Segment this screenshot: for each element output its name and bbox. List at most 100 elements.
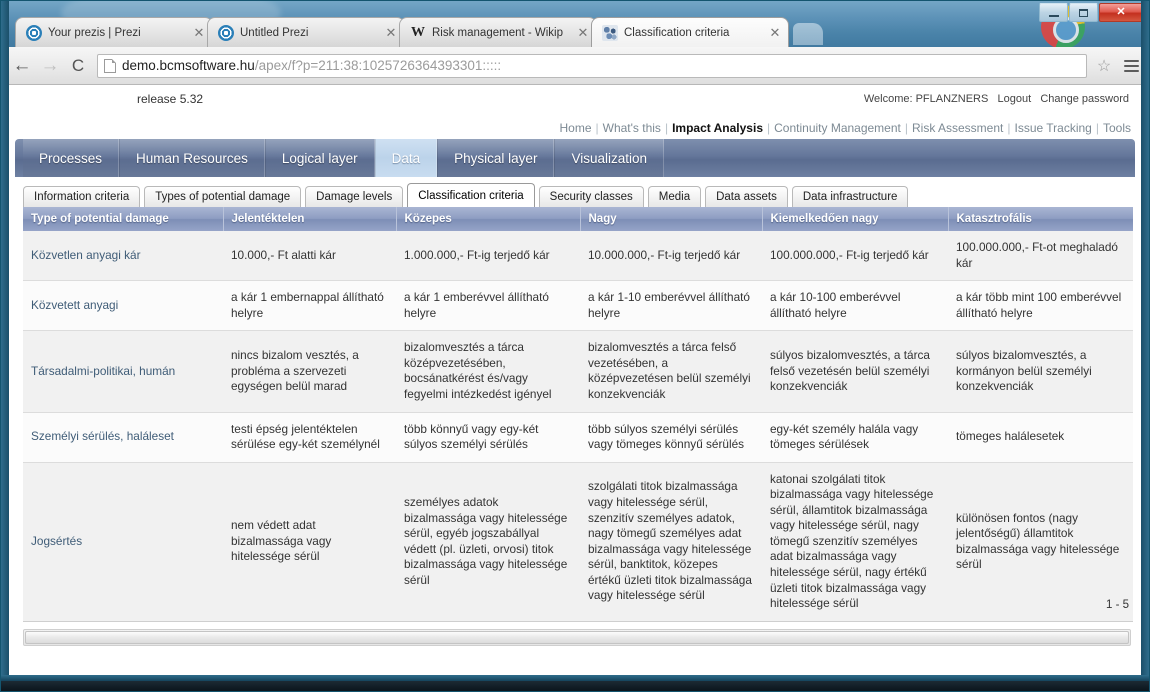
browser-tab-label: Risk management - Wikip <box>432 26 564 39</box>
sub-tab-data-assets[interactable]: Data assets <box>705 186 788 207</box>
browser-toolbar: ← → C demo.bcmsoftware.hu/apex/f?p=211:3… <box>1 47 1149 85</box>
cell-damage-type[interactable]: Közvetlen anyagi kár <box>23 231 223 282</box>
browser-tab-strip: Your prezis | Prezi ✕ Untitled Prezi ✕ W… <box>1 17 1149 47</box>
column-header-type-of-potential-damage[interactable]: Type of potential damage <box>23 207 224 231</box>
cell-damage-type[interactable]: Közvetett anyagi <box>23 280 223 332</box>
scrollbar-thumb[interactable] <box>25 631 1129 644</box>
cell-damage-type[interactable]: Társadalmi-politikai, humán <box>23 330 223 413</box>
cell-jelentektelen: testi épség jelentéktelen sérülése egy-k… <box>223 412 396 463</box>
sub-tab-media[interactable]: Media <box>647 186 702 207</box>
reload-icon[interactable]: C <box>65 53 91 79</box>
account-bar: Welcome: PFLANZNERS Logout Change passwo… <box>864 93 1129 105</box>
cell-kiemelkedoen-nagy: a kár 10-100 emberévvel állítható helyre <box>762 280 948 332</box>
release-label: release 5.32 <box>137 92 204 106</box>
cell-kiemelkedoen-nagy: súlyos bizalomvesztés, a tárca felső vez… <box>762 330 948 413</box>
sub-tab-classification-criteria[interactable]: Classification criteria <box>407 183 535 207</box>
table-row: Személyi sérülés, haláleset testi épség … <box>23 412 1133 463</box>
url-path: /apex/f?p=211:38:1025726364393301::::: <box>254 58 502 73</box>
cell-nagy: szolgálati titok bizalmassága vagy hitel… <box>580 462 762 622</box>
forward-icon[interactable]: → <box>37 53 63 79</box>
close-icon[interactable]: ✕ <box>768 25 782 40</box>
table-row: Jogsértés nem védett adat bizalmassága v… <box>23 462 1133 622</box>
topnav-continuity-management[interactable]: Continuity Management <box>774 121 901 135</box>
main-tab-human-resources[interactable]: Human Resources <box>119 139 265 177</box>
logout-link[interactable]: Logout <box>998 93 1032 105</box>
browser-tab-1[interactable]: Untitled Prezi ✕ <box>207 17 405 47</box>
pagination-label: 1 - 5 <box>1105 599 1129 611</box>
cell-kozepes: a kár 1 emberévvel állítható helyre <box>396 280 580 332</box>
app-icon <box>602 24 618 41</box>
cell-jelentektelen: nincs bizalom vesztés, a probléma a szer… <box>223 330 396 413</box>
cell-damage-type[interactable]: Személyi sérülés, haláleset <box>23 412 223 463</box>
table-row: Közvetett anyagi a kár 1 embernappal áll… <box>23 280 1133 332</box>
column-header-katasztrofalis[interactable]: Katasztrofális <box>948 207 1133 231</box>
cell-nagy: 10.000.000,- Ft-ig terjedő kár <box>580 231 762 282</box>
cell-jelentektelen: a kár 1 embernappal állítható helyre <box>223 280 396 332</box>
prezi-icon <box>26 24 42 41</box>
cell-katasztrofalis: súlyos bizalomvesztés, a kormányon belül… <box>948 330 1133 413</box>
prezi-icon <box>218 24 234 41</box>
welcome-label: Welcome: PFLANZNERS <box>863 93 989 105</box>
topnav-impact-analysis[interactable]: Impact Analysis <box>672 121 763 135</box>
change-password-link[interactable]: Change password <box>1040 93 1129 105</box>
browser-window: ✕ Your prezis | Prezi ✕ Untitled Prezi ✕… <box>0 0 1150 692</box>
main-tab-physical-layer[interactable]: Physical layer <box>437 139 555 177</box>
column-header-jelentektelen[interactable]: Jelentéktelen <box>223 207 397 231</box>
page-viewport: release 5.32 Welcome: PFLANZNERS Logout … <box>9 85 1143 677</box>
page-info-icon[interactable] <box>104 58 116 73</box>
cell-katasztrofalis: különösen fontos (nagy jelentőségű) álla… <box>948 462 1133 622</box>
browser-tab-3[interactable]: Classification criteria ✕ <box>591 17 789 47</box>
menu-icon[interactable] <box>1119 54 1143 78</box>
url-domain: demo.bcmsoftware.hu <box>122 58 255 73</box>
topnav-whats-this[interactable]: What's this <box>603 121 661 135</box>
sub-tab-damage-levels[interactable]: Damage levels <box>305 186 404 207</box>
window-left-border <box>1 1 9 691</box>
cell-kiemelkedoen-nagy: katonai szolgálati titok bizalmassága va… <box>762 462 948 622</box>
cell-kozepes: 1.000.000,- Ft-ig terjedő kár <box>396 231 580 282</box>
topnav-risk-assessment[interactable]: Risk Assessment <box>912 121 1003 135</box>
sub-tab-security-classes[interactable]: Security classes <box>538 186 644 207</box>
cell-katasztrofalis: tömeges halálesetek <box>948 412 1133 463</box>
main-tab-processes[interactable]: Processes <box>23 139 120 177</box>
table-header-row: Type of potential damage Jelentéktelen K… <box>23 207 1133 231</box>
address-bar[interactable]: demo.bcmsoftware.hu/apex/f?p=211:38:1025… <box>97 53 1087 78</box>
desktop-taskbar <box>1 681 1149 691</box>
sub-navigation: Information criteria Types of potential … <box>23 183 1133 207</box>
cell-katasztrofalis: a kár több mint 100 emberévvel állítható… <box>948 280 1133 332</box>
page-horizontal-scrollbar[interactable] <box>23 629 1131 646</box>
topnav-tools[interactable]: Tools <box>1103 121 1131 135</box>
main-tab-visualization[interactable]: Visualization <box>554 139 664 177</box>
cell-kiemelkedoen-nagy: egy-két személy halála vagy tömeges sérü… <box>762 412 948 463</box>
close-icon[interactable]: ✕ <box>192 25 206 40</box>
close-icon[interactable]: ✕ <box>576 25 590 40</box>
cell-nagy: a kár 1-10 emberévvel állítható helyre <box>580 280 762 332</box>
main-tab-logical-layer[interactable]: Logical layer <box>264 139 375 177</box>
column-header-kozepes[interactable]: Közepes <box>396 207 581 231</box>
bookmark-star-icon[interactable]: ☆ <box>1093 56 1115 76</box>
topnav-issue-tracking[interactable]: Issue Tracking <box>1014 121 1091 135</box>
close-icon[interactable]: ✕ <box>384 25 398 40</box>
column-header-kiemelkedoen-nagy[interactable]: Kiemelkedően nagy <box>762 207 949 231</box>
browser-tab-0[interactable]: Your prezis | Prezi ✕ <box>15 17 213 47</box>
table-row: Társadalmi-politikai, humán nincs bizalo… <box>23 330 1133 413</box>
wikipedia-icon: W <box>411 24 425 40</box>
cell-damage-type[interactable]: Jogsértés <box>23 462 223 622</box>
browser-tab-2[interactable]: W Risk management - Wikip ✕ <box>399 17 597 47</box>
cell-jelentektelen: nem védett adat bizalmassága vagy hitele… <box>223 462 396 622</box>
table-row: Közvetlen anyagi kár 10.000,- Ft alatti … <box>23 231 1133 282</box>
cell-katasztrofalis: 100.000.000,- Ft-ot meghaladó kár <box>948 231 1133 282</box>
new-tab-button[interactable] <box>793 23 823 45</box>
browser-tab-label: Your prezis | Prezi <box>48 26 141 39</box>
top-navigation: Home | What's this | Impact Analysis | Continu… <box>559 121 1131 135</box>
topnav-home[interactable]: Home <box>559 121 591 135</box>
sub-tab-data-infrastructure[interactable]: Data infrastructure <box>791 186 909 207</box>
column-header-nagy[interactable]: Nagy <box>580 207 763 231</box>
cell-kiemelkedoen-nagy: 100.000.000,- Ft-ig terjedő kár <box>762 231 948 282</box>
browser-tab-label: Classification criteria <box>624 26 730 39</box>
main-tab-data[interactable]: Data <box>374 139 438 177</box>
sub-tab-information-criteria[interactable]: Information criteria <box>23 186 141 207</box>
back-icon[interactable]: ← <box>9 53 35 79</box>
cell-kozepes: bizalomvesztés a tárca középvezetésében,… <box>396 330 580 413</box>
window-right-border <box>1141 1 1149 691</box>
sub-tab-types-of-potential-damage[interactable]: Types of potential damage <box>144 186 302 207</box>
